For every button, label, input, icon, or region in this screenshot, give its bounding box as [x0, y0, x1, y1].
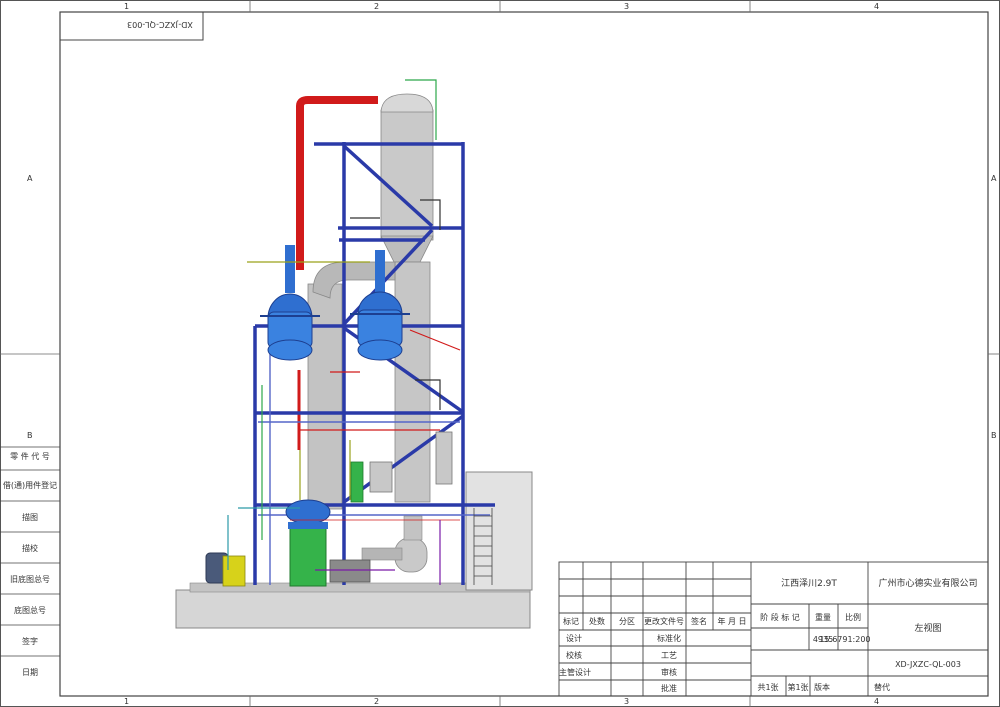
col-label-bottom-4: 4: [874, 697, 879, 706]
header-date: 年 月 日: [717, 616, 746, 626]
row-standardize: 标准化: [657, 633, 681, 643]
small-tank-1: [369, 461, 393, 493]
row-label-right-b: B: [991, 431, 997, 440]
header-change-doc: 更改文件号: [644, 616, 684, 626]
row-label-right-a: A: [991, 174, 997, 183]
col-label-top-4: 4: [874, 2, 879, 11]
drawing-sheet: 1 2 3 4 1 2 3 4 A B A B XD-JXZC-QL-003 零…: [0, 0, 1000, 707]
condenser-pipe: [361, 547, 403, 561]
evaporator-dome: [380, 93, 434, 113]
mirrored-code: XD-JXZC-QL-003: [127, 20, 193, 29]
strip-date: 日期: [22, 668, 38, 677]
company-name: 广州市心德实业有限公司: [878, 577, 977, 589]
sheet-total: 共1张: [757, 683, 778, 692]
strip-trace-check: 描校: [22, 543, 38, 553]
row-check: 校核: [566, 650, 582, 660]
strip-base-no: 底图总号: [14, 605, 46, 615]
header-scale: 比例: [845, 612, 861, 622]
strip-signature: 签字: [22, 636, 38, 646]
sheet-number: 第1张: [787, 682, 808, 692]
row-label-left-b: B: [27, 431, 33, 440]
separator-column: [307, 283, 343, 510]
row-process: 工艺: [661, 651, 677, 660]
skid-pump: [329, 559, 371, 583]
scale-value: 15.6791:200: [819, 635, 870, 644]
strip-borrow-reg: 借(通)用件登记: [3, 480, 57, 490]
header-zone: 分区: [619, 617, 635, 626]
row-approve: 批准: [661, 683, 677, 693]
col-label-bottom-1: 1: [124, 697, 129, 706]
header-sign: 签名: [691, 616, 707, 626]
green-cylinder: [350, 461, 364, 503]
row-design: 设计: [566, 633, 582, 643]
material-name: 江西泽川2.9T: [781, 578, 837, 589]
col-label-top-3: 3: [624, 2, 629, 11]
base-slab: [175, 589, 531, 629]
strip-old-base-no: 旧底图总号: [10, 574, 50, 584]
replace-label: 替代: [874, 682, 890, 692]
header-weight: 重量: [815, 612, 831, 622]
steam-pipe: [296, 96, 378, 270]
header-mark: 标记: [563, 616, 579, 626]
platform-wall: [465, 471, 533, 591]
row-review: 审核: [661, 667, 677, 677]
plant-drawing: [175, 79, 533, 629]
row-chief-design: 主管设计: [559, 667, 591, 677]
col-label-bottom-2: 2: [374, 697, 379, 706]
yellow-tank: [222, 555, 246, 587]
drawing-number: XD-JXZC-QL-003: [895, 660, 961, 669]
strip-part-code: 零 件 代 号: [10, 451, 50, 461]
col-label-bottom-3: 3: [624, 697, 629, 706]
col-label-top-1: 1: [124, 2, 129, 11]
small-tank-2: [435, 431, 453, 485]
strip-trace: 描图: [22, 512, 38, 522]
view-name: 左视图: [914, 622, 941, 634]
header-stage: 阶 段 标 记: [760, 612, 800, 622]
row-label-left-a: A: [27, 174, 33, 183]
version-label: 版本: [814, 682, 830, 692]
reactor-bottom: [285, 499, 331, 587]
header-count: 处数: [589, 616, 605, 626]
col-label-top-2: 2: [374, 2, 379, 11]
evaporator-lower: [394, 261, 431, 503]
